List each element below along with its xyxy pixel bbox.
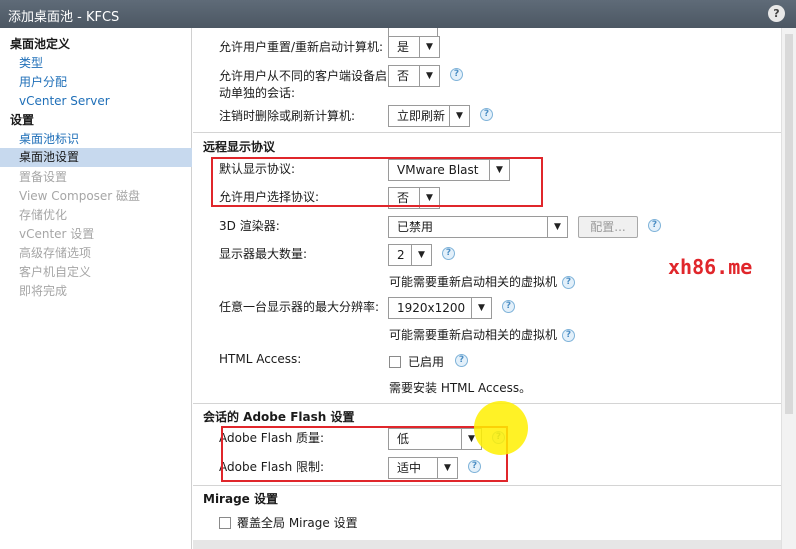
sidebar-item-storage-optimization: 存储优化 [19, 208, 68, 222]
cursor-highlight [474, 401, 528, 455]
renderer-3d-value: 已禁用 [397, 220, 434, 234]
sidebar-item-pool-id[interactable]: 桌面池标识 [0, 130, 192, 149]
sidebar-item-provisioning: 置备设置 [19, 170, 68, 184]
restart-note-monitors: 可能需要重新启动相关的虚拟机 [389, 275, 558, 289]
help-icon[interactable]: ? [450, 68, 463, 81]
help-icon[interactable]: ? [502, 300, 515, 313]
max-resolution-value: 1920x1200 [397, 301, 466, 315]
renderer-3d-label: 3D 渲染器: [219, 219, 280, 233]
html-access-checkbox[interactable] [389, 356, 401, 368]
title-bar: 添加桌面池 - KFCS ? [0, 0, 796, 28]
sidebar-group-pool-definition: 桌面池定义 [10, 37, 71, 51]
sidebar-item-type[interactable]: 类型 [0, 54, 192, 73]
restart-note-resolution: 可能需要重新启动相关的虚拟机 [389, 328, 558, 342]
separate-sessions-label-2: 动单独的会话: [219, 86, 296, 100]
sidebar-item-ready-to-complete: 即将完成 [19, 284, 68, 298]
watermark-text: xh86.me [668, 255, 753, 279]
html-access-note: 需要安装 HTML Access。 [389, 381, 532, 395]
chevron-down-icon: ▼ [419, 37, 439, 57]
sidebar-item-pool-settings[interactable]: 桌面池设置 [0, 148, 192, 167]
sidebar-item-advanced-storage: 高级存储选项 [19, 246, 92, 260]
sidebar-item-vcenter-server[interactable]: vCenter Server [0, 92, 192, 111]
html-access-checkbox-label: 已启用 [408, 355, 445, 369]
sidebar-item-user-assignment[interactable]: 用户分配 [0, 73, 192, 92]
allow-reset-value: 是 [397, 40, 410, 54]
chevron-down-icon: ▼ [419, 66, 439, 86]
separate-sessions-label-1: 允许用户从不同的客户端设备启 [219, 69, 388, 83]
help-icon[interactable]: ? [455, 354, 468, 367]
chevron-down-icon: ▼ [547, 217, 567, 237]
sidebar-item-guest-customization: 客户机自定义 [19, 265, 92, 279]
logoff-action-value: 立即刷新 [397, 109, 446, 123]
chevron-down-icon: ▼ [411, 245, 431, 265]
annotation-box-protocol [211, 157, 543, 207]
max-resolution-label: 任意一台显示器的最大分辨率: [219, 300, 380, 314]
section-divider [193, 485, 781, 486]
help-icon[interactable]: ? [562, 276, 575, 289]
chevron-down-icon: ▼ [449, 106, 469, 126]
renderer-3d-select[interactable]: 已禁用 ▼ [388, 216, 568, 238]
max-monitors-label: 显示器最大数量: [219, 247, 308, 261]
mirage-override-label: 覆盖全局 Mirage 设置 [237, 516, 358, 530]
help-icon[interactable]: ? [442, 247, 455, 260]
help-icon[interactable]: ? [648, 219, 661, 232]
separate-sessions-value: 否 [397, 69, 410, 83]
max-monitors-select[interactable]: 2 ▼ [388, 244, 432, 266]
logoff-action-select[interactable]: 立即刷新 ▼ [388, 105, 470, 127]
mirage-override-checkbox[interactable] [219, 517, 231, 529]
annotation-box-flash [221, 426, 508, 482]
max-resolution-select[interactable]: 1920x1200 ▼ [388, 297, 492, 319]
configure-button[interactable]: 配置... [578, 216, 638, 238]
help-icon[interactable]: ? [480, 108, 493, 121]
allow-reset-select[interactable]: 是 ▼ [388, 36, 440, 58]
help-icon[interactable]: ? [562, 329, 575, 342]
mirage-heading: Mirage 设置 [203, 492, 278, 506]
html-access-label: HTML Access: [219, 352, 302, 366]
sidebar-item-composer-disks: View Composer 磁盘 [19, 189, 141, 203]
vertical-scrollbar[interactable] [781, 28, 796, 549]
sidebar-group-settings: 设置 [10, 113, 35, 127]
chevron-down-icon: ▼ [471, 298, 491, 318]
section-divider [193, 132, 781, 133]
remote-display-heading: 远程显示协议 [203, 140, 276, 154]
separate-sessions-select[interactable]: 否 ▼ [388, 65, 440, 87]
horizontal-scrollbar[interactable] [193, 540, 781, 549]
help-icon[interactable]: ? [768, 5, 785, 22]
window-title: 添加桌面池 - KFCS [8, 10, 120, 25]
sidebar-item-vcenter-settings: vCenter 设置 [19, 227, 95, 241]
logoff-action-label: 注销时删除或刷新计算机: [219, 109, 356, 123]
scrollbar-thumb[interactable] [785, 34, 793, 414]
allow-reset-label: 允许用户重置/重新启动计算机: [219, 40, 384, 54]
wizard-sidebar: 桌面池定义 类型 用户分配 vCenter Server 设置 桌面池标识 桌面… [0, 28, 192, 549]
flash-heading: 会话的 Adobe Flash 设置 [203, 410, 355, 424]
max-monitors-value: 2 [397, 248, 405, 262]
